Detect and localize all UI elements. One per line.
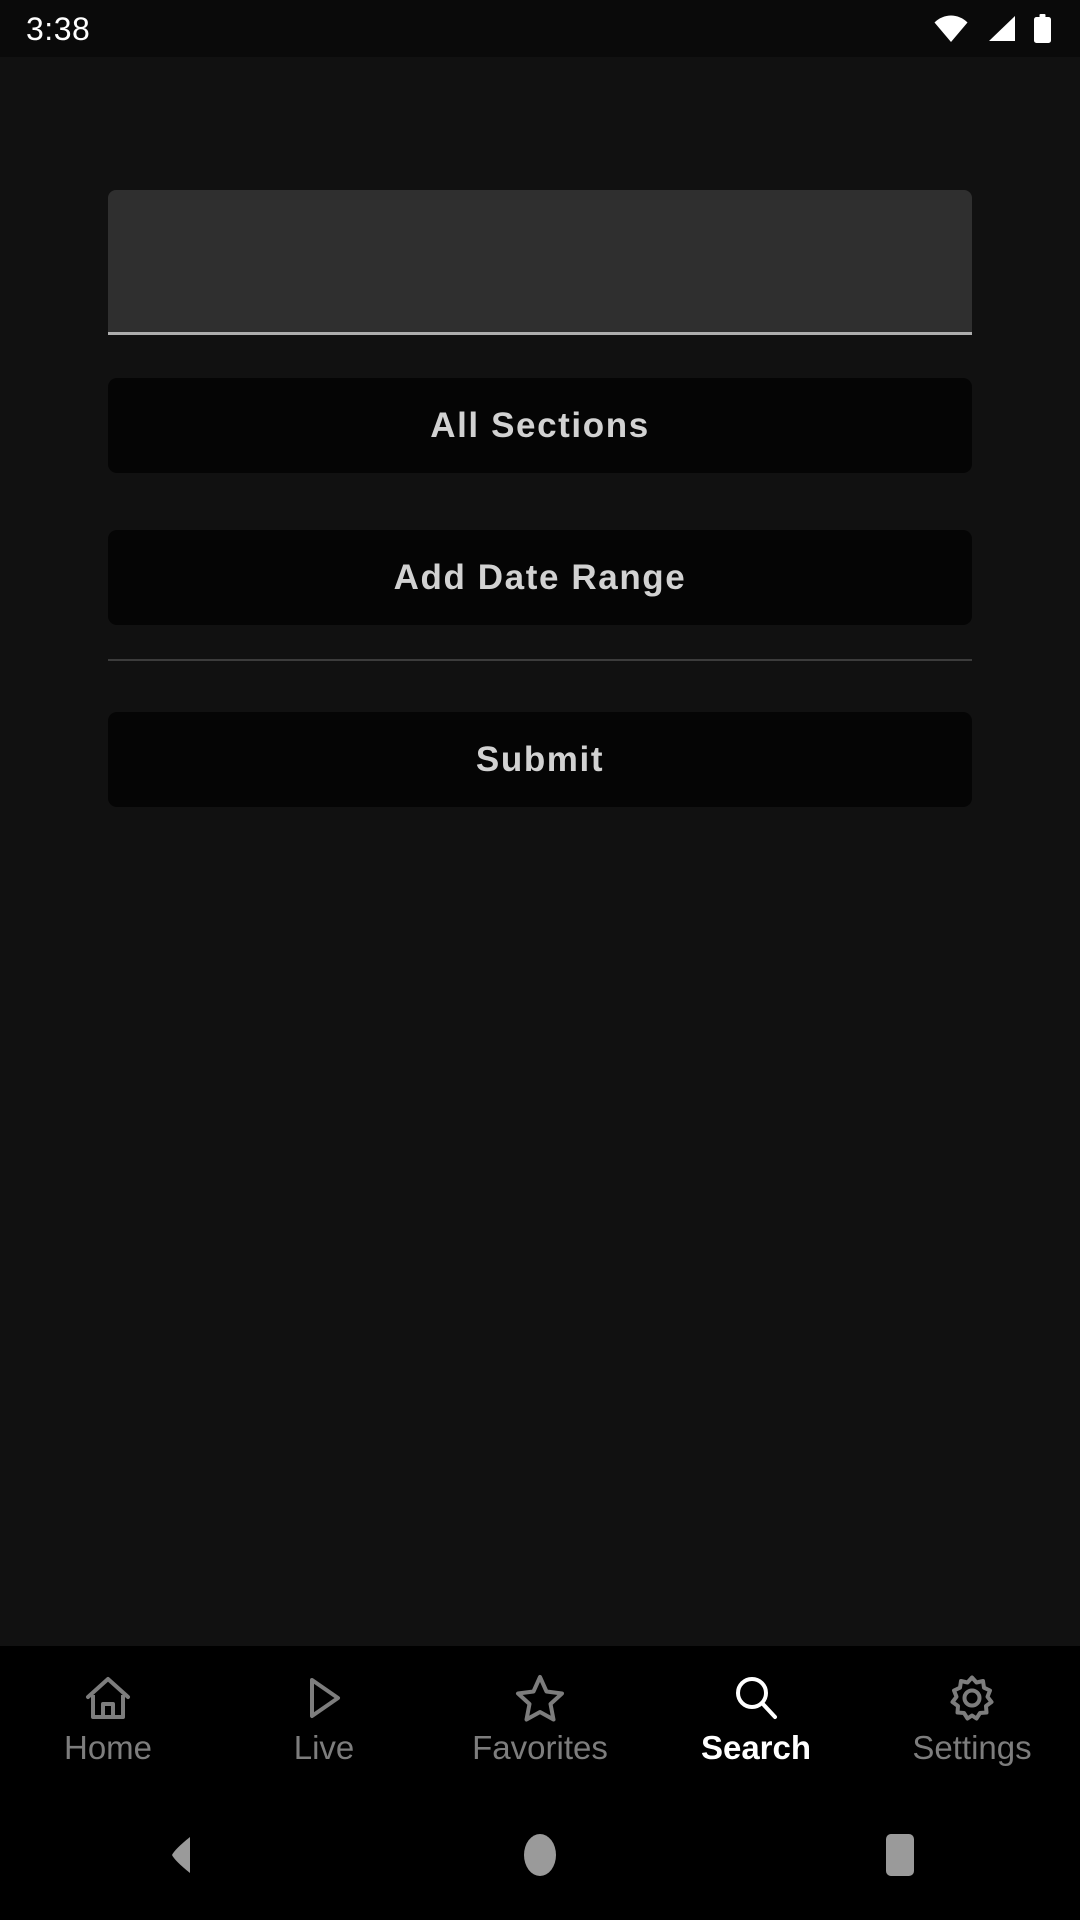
tab-settings-label: Settings bbox=[912, 1728, 1032, 1766]
tab-favorites[interactable]: Favorites bbox=[432, 1646, 648, 1790]
tab-favorites-label: Favorites bbox=[472, 1728, 608, 1766]
search-form-content: All Sections Add Date Range Submit bbox=[0, 57, 1080, 1646]
tab-search-label: Search bbox=[700, 1728, 812, 1766]
bottom-tab-bar: Home Live Favorites Search Settings bbox=[0, 1646, 1080, 1790]
tab-home-label: Home bbox=[63, 1728, 153, 1766]
play-icon bbox=[304, 1673, 344, 1723]
back-icon[interactable] bbox=[90, 1790, 270, 1920]
android-system-nav bbox=[0, 1790, 1080, 1920]
submit-button[interactable]: Submit bbox=[108, 712, 972, 807]
battery-icon bbox=[1033, 13, 1052, 44]
tab-settings[interactable]: Settings bbox=[864, 1646, 1080, 1790]
status-bar: 3:38 bbox=[0, 0, 1080, 57]
add-date-range-button[interactable]: Add Date Range bbox=[108, 530, 972, 625]
star-icon bbox=[515, 1673, 565, 1723]
status-bar-icons bbox=[934, 13, 1052, 44]
wifi-icon bbox=[934, 15, 968, 42]
status-bar-clock: 3:38 bbox=[26, 10, 91, 47]
tab-live-label: Live bbox=[293, 1728, 355, 1766]
tab-live[interactable]: Live bbox=[216, 1646, 432, 1790]
tab-home[interactable]: Home bbox=[0, 1646, 216, 1790]
cellular-signal-icon bbox=[985, 15, 1016, 42]
section-divider bbox=[108, 659, 972, 661]
recents-square-icon[interactable] bbox=[810, 1790, 990, 1920]
search-input-wrapper bbox=[108, 190, 972, 335]
home-circle-icon[interactable] bbox=[450, 1790, 630, 1920]
home-icon bbox=[84, 1673, 132, 1723]
search-input[interactable] bbox=[108, 190, 972, 335]
all-sections-button[interactable]: All Sections bbox=[108, 378, 972, 473]
gear-icon bbox=[947, 1673, 997, 1723]
phone-screen: 3:38 All Sections Add Date Range Submit … bbox=[0, 0, 1080, 1920]
search-icon bbox=[733, 1673, 779, 1723]
tab-search[interactable]: Search bbox=[648, 1646, 864, 1790]
